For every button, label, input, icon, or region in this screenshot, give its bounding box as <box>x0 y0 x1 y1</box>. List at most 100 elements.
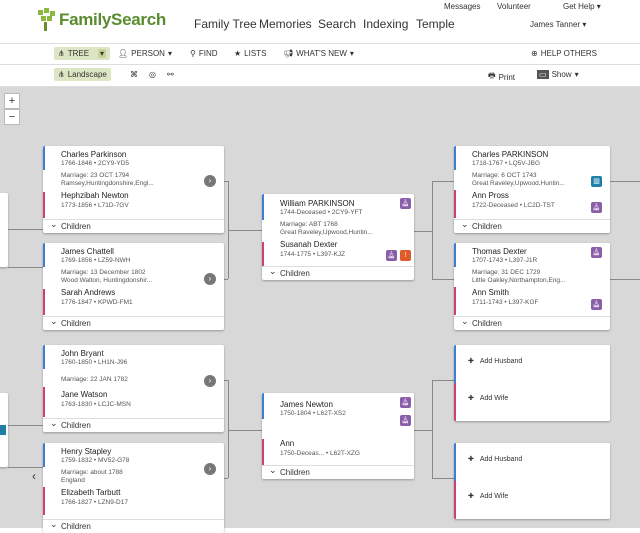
husband-lifespan: 1769-1856 • LZ59-NWH <box>61 257 131 264</box>
wife-name[interactable]: Ann Smith <box>472 288 509 297</box>
wife-name[interactable]: Elizabeth Tarbutt <box>61 488 120 497</box>
familysearch-logo[interactable]: FamilySearch <box>38 8 166 32</box>
landscape-button[interactable]: ⋔ Landscape <box>54 68 111 81</box>
wife-lifespan: 1711-1743 • L397-KGF <box>472 299 539 306</box>
husband-name[interactable]: James Newton <box>280 400 333 409</box>
marriage-info: Marriage: 23 OCT 1794 <box>61 172 130 179</box>
children-toggle[interactable]: Children <box>262 265 414 280</box>
female-bar <box>43 289 45 315</box>
print-button[interactable]: 🖶︎ Print <box>488 70 515 84</box>
marriage-place: Little Oakley,Northampton,Eng... <box>472 277 566 284</box>
add-husband-button[interactable]: ✚ Add Husband <box>468 455 523 464</box>
find-button[interactable]: ⚲ FIND <box>190 49 218 58</box>
zoom-out-button[interactable]: − <box>4 109 20 125</box>
person-button[interactable]: 👤︎ PERSON ▾ <box>118 49 172 58</box>
plus-icon: ✚ <box>468 493 474 500</box>
couple-card[interactable]: Thomas Dexter 1707-1743 • L397-J1R Marri… <box>454 243 610 330</box>
marriage-info: Marriage: about 1788 <box>61 469 123 476</box>
children-toggle[interactable]: Children <box>454 315 610 330</box>
male-bar <box>43 345 45 369</box>
couple-card[interactable]: James Chattell 1769-1856 • LZ59-NWH Marr… <box>43 243 224 330</box>
temple-icon[interactable]: ⛪︎ <box>591 247 602 258</box>
husband-name[interactable]: Charles PARKINSON <box>472 150 548 159</box>
couple-card[interactable]: James Newton 1750-1804 • L62T-XS2 Ann 17… <box>262 393 414 479</box>
help-others-button[interactable]: ⊕ HELP OTHERS <box>531 49 597 58</box>
collapse-left-icon[interactable]: ‹ <box>32 469 36 483</box>
couple-card[interactable]: Henry Stapley 1759-1832 • MV52-G78 Marri… <box>43 443 224 533</box>
expand-chevron-icon[interactable]: › <box>204 273 216 285</box>
marriage-info: Marriage: 22 JAN 1782 <box>61 376 128 383</box>
temple-icon[interactable]: ⛪︎ <box>400 415 411 426</box>
logo-tree-icon <box>38 8 56 32</box>
female-bar <box>454 190 456 218</box>
tree-button[interactable]: ⋔ TREE ▾ <box>54 47 111 60</box>
female-bar <box>262 439 264 465</box>
temple-icon[interactable]: ⛪︎ <box>400 397 411 408</box>
chevron-down-icon: ▾ <box>167 49 172 58</box>
show-button[interactable]: ▭ Show ▾ <box>537 70 579 79</box>
tree-label: TREE <box>67 49 90 58</box>
children-toggle[interactable]: Children <box>43 315 224 330</box>
user-menu[interactable]: James Tanner ▾ <box>530 20 586 29</box>
couple-card[interactable]: John Bryant 1760-1850 • LH1N-J96 Marriag… <box>43 345 224 432</box>
nav-search[interactable]: Search <box>318 17 356 31</box>
chevron-down-icon[interactable]: ▾ <box>98 49 107 58</box>
messages-link[interactable]: Messages <box>444 2 480 11</box>
volunteer-link[interactable]: Volunteer <box>497 2 531 11</box>
children-toggle[interactable]: Children <box>262 464 414 479</box>
add-wife-button[interactable]: ✚ Add Wife <box>468 394 508 403</box>
descendancy-icon[interactable]: ⚯ <box>167 70 174 79</box>
husband-name[interactable]: Henry Stapley <box>61 447 111 456</box>
wife-name[interactable]: Ann Pross <box>472 191 509 200</box>
husband-name[interactable]: Thomas Dexter <box>472 247 527 256</box>
wife-name[interactable]: Jane Watson <box>61 390 107 399</box>
female-bar <box>262 242 264 266</box>
expand-chevron-icon[interactable]: › <box>204 175 216 187</box>
husband-name[interactable]: Charles Parkinson <box>61 150 126 159</box>
temple-icon[interactable]: ⛪︎ <box>591 299 602 310</box>
get-help-link[interactable]: Get Help ▾ <box>563 2 601 11</box>
wife-name[interactable]: Ann <box>280 439 294 448</box>
wife-lifespan: 1744-1775 • L397-KJZ <box>280 251 346 258</box>
top-header: FamilySearch Family Tree Memories Search… <box>0 0 640 43</box>
portrait-view-icon[interactable]: ⌘ <box>130 70 138 79</box>
temple-icon[interactable]: ⛪︎ <box>386 250 397 261</box>
expand-chevron-icon[interactable]: › <box>204 463 216 475</box>
tree-canvas[interactable]: + − Charles Parkinson 1766-1846 • 2CY9-Y… <box>0 87 640 533</box>
wife-name[interactable]: Sarah Andrews <box>61 288 115 297</box>
add-husband-label: Add Husband <box>479 455 523 463</box>
temple-icon[interactable]: ⛪︎ <box>400 198 411 209</box>
nav-indexing[interactable]: Indexing <box>363 17 408 31</box>
wife-name[interactable]: Susanah Dexter <box>280 240 337 249</box>
children-toggle[interactable]: Children <box>43 218 224 233</box>
whats-new-label: WHAT'S NEW <box>296 49 347 58</box>
zoom-in-button[interactable]: + <box>4 93 20 109</box>
lists-button[interactable]: ★ LISTS <box>234 49 266 58</box>
couple-card[interactable]: Charles Parkinson 1766-1846 • 2CY9-YD5 M… <box>43 146 224 233</box>
connector-line <box>414 430 432 431</box>
nav-family-tree[interactable]: Family Tree <box>194 17 257 31</box>
nav-memories[interactable]: Memories <box>259 17 312 31</box>
wife-name[interactable]: Hephzibah Newton <box>61 191 129 200</box>
husband-name[interactable]: William PARKINSON <box>280 199 355 208</box>
add-husband-button[interactable]: ✚ Add Husband <box>468 357 522 366</box>
fan-chart-icon[interactable]: ◎ <box>149 70 156 79</box>
children-toggle[interactable]: Children <box>43 518 224 533</box>
temple-icon[interactable]: ⛪︎ <box>591 202 602 213</box>
alert-icon[interactable]: ! <box>400 250 411 261</box>
children-toggle[interactable]: Children <box>43 417 224 432</box>
plus-icon: ✚ <box>468 395 474 402</box>
husband-name[interactable]: John Bryant <box>61 349 104 358</box>
chart-icon[interactable]: ▥ <box>591 176 602 187</box>
connector-line <box>432 380 454 381</box>
chevron-down-icon: ▾ <box>574 70 579 79</box>
children-toggle[interactable]: Children <box>454 218 610 233</box>
expand-chevron-icon[interactable]: › <box>204 375 216 387</box>
couple-card[interactable]: William PARKINSON 1744-Deceased • 2CY9-Y… <box>262 194 414 280</box>
whats-new-button[interactable]: 📢︎ WHAT'S NEW ▾ <box>283 49 354 58</box>
couple-card[interactable]: Charles PARKINSON 1718-1767 • LQ5V-JBG M… <box>454 146 610 233</box>
add-wife-button[interactable]: ✚ Add Wife <box>468 492 508 501</box>
nav-temple[interactable]: Temple <box>416 17 455 31</box>
husband-name[interactable]: James Chattell <box>61 247 114 256</box>
show-label: Show <box>551 70 572 79</box>
